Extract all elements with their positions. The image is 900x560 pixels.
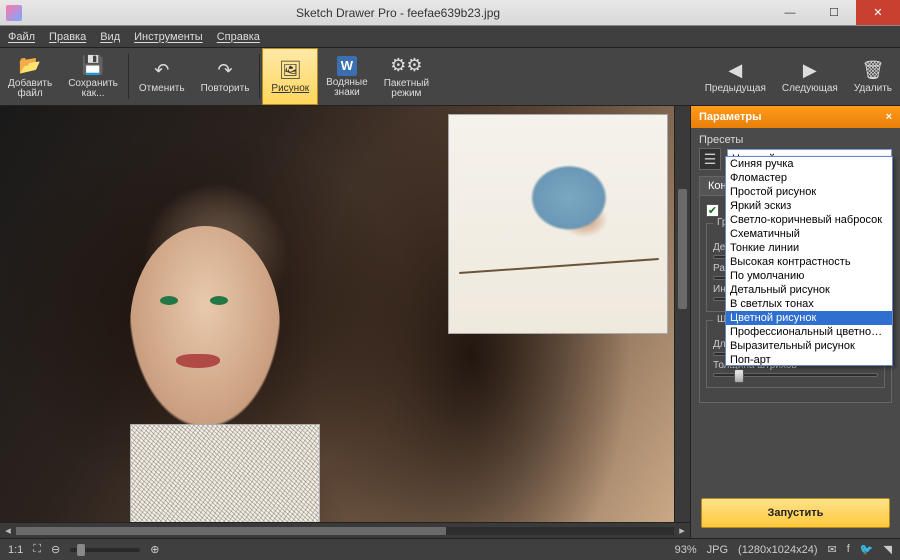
preset-option[interactable]: Высокая контрастность <box>726 255 892 269</box>
preset-option[interactable]: Тонкие линии <box>726 241 892 255</box>
scroll-left-icon[interactable]: ◂ <box>0 524 16 537</box>
preset-settings-icon[interactable]: ☰ <box>699 148 721 170</box>
workspace: ◂ ▸ Параметры × Пресеты ☰ Цветной рисуно… <box>0 106 900 538</box>
sketch-preview-bird[interactable] <box>448 114 668 334</box>
toolbar: 📂 Добавить файл 💾 Сохранить как... ↶ Отм… <box>0 48 900 106</box>
checkbox-checked-icon: ✔ <box>706 204 719 217</box>
panel-close-icon[interactable]: × <box>886 111 892 123</box>
window-title: Sketch Drawer Pro - feefae639b23.jpg <box>28 6 768 20</box>
share-icon[interactable]: ✉ <box>828 543 837 556</box>
zoom-ratio: 1:1 <box>8 544 23 556</box>
save-as-button[interactable]: 💾 Сохранить как... <box>60 48 126 105</box>
preset-dropdown-list[interactable]: Синяя ручкаФломастерПростой рисунокЯркий… <box>725 156 893 366</box>
zoom-in-icon[interactable]: ⊕ <box>150 543 159 556</box>
preset-option[interactable]: Простой рисунок <box>726 185 892 199</box>
app-icon <box>6 5 22 21</box>
menu-edit[interactable]: Правка <box>49 31 86 43</box>
save-icon: 💾 <box>82 55 104 77</box>
trash-icon: 🗑 <box>862 60 884 82</box>
arrow-right-circle-icon: ▶ <box>799 60 821 82</box>
preset-option[interactable]: Светло-коричневый набросок <box>726 213 892 227</box>
watermark-icon: W <box>337 56 357 76</box>
facebook-icon[interactable]: f <box>847 543 850 556</box>
preset-option[interactable]: Фломастер <box>726 171 892 185</box>
folder-open-icon: 📂 <box>19 55 41 77</box>
social-links: ✉ f 🐦 ◥ <box>828 543 892 556</box>
window-controls: — ☐ ✕ <box>768 0 900 25</box>
preset-option[interactable]: Синяя ручка <box>726 157 892 171</box>
add-file-button[interactable]: 📂 Добавить файл <box>0 48 60 105</box>
preset-option[interactable]: Цветной рисунок <box>726 311 892 325</box>
canvas-area: ◂ ▸ <box>0 106 690 538</box>
photo-face <box>130 226 280 426</box>
image-canvas[interactable] <box>0 106 674 522</box>
panel-header: Параметры × <box>691 106 900 128</box>
image-format: JPG <box>707 544 728 556</box>
sketch-preview-bottom[interactable] <box>130 424 320 522</box>
zoom-slider[interactable] <box>70 548 140 552</box>
rss-icon[interactable]: ◥ <box>884 543 892 556</box>
image-dimensions: (1280x1024x24) <box>738 544 818 556</box>
menu-help[interactable]: Справка <box>217 31 260 43</box>
redo-button[interactable]: ↷ Повторить <box>193 48 258 105</box>
run-button[interactable]: Запустить <box>701 498 890 528</box>
menu-file[interactable]: Файл <box>8 31 35 43</box>
zoom-out-icon[interactable]: ⊖ <box>51 543 60 556</box>
presets-label: Пресеты <box>699 134 892 146</box>
close-button[interactable]: ✕ <box>856 0 900 25</box>
maximize-button[interactable]: ☐ <box>812 0 856 25</box>
statusbar: 1:1 ⛶ ⊖ ⊕ 93% JPG (1280x1024x24) ✉ f 🐦 ◥ <box>0 538 900 560</box>
redo-icon: ↷ <box>214 60 236 82</box>
menu-view[interactable]: Вид <box>100 31 120 43</box>
preset-option[interactable]: Детальный рисунок <box>726 283 892 297</box>
preset-option[interactable]: Профессиональный цветной набросок <box>726 325 892 339</box>
menu-tools[interactable]: Инструменты <box>134 31 203 43</box>
menubar: Файл Правка Вид Инструменты Справка <box>0 26 900 48</box>
preset-option[interactable]: Яркий эскиз <box>726 199 892 213</box>
arrow-left-circle-icon: ◀ <box>724 60 746 82</box>
next-image-button[interactable]: ▶ Следующая <box>774 48 846 105</box>
horizontal-scrollbar[interactable]: ◂ ▸ <box>0 522 690 538</box>
undo-button[interactable]: ↶ Отменить <box>131 48 193 105</box>
picture-icon: 🖼 <box>279 60 301 82</box>
undo-icon: ↶ <box>151 60 173 82</box>
preset-option[interactable]: Поп-арт <box>726 353 892 366</box>
preset-option[interactable]: В светлых тонах <box>726 297 892 311</box>
preset-option[interactable]: Схематичный <box>726 227 892 241</box>
stroke-width-slider[interactable] <box>713 373 878 377</box>
batch-mode-button[interactable]: ⚙⚙ Пакетный режим <box>376 48 437 105</box>
zoom-percent: 93% <box>675 544 697 556</box>
twitter-icon[interactable]: 🐦 <box>860 543 874 556</box>
gears-icon: ⚙⚙ <box>395 55 417 77</box>
parameters-panel: Параметры × Пресеты ☰ Цветной рисунок Си… <box>690 106 900 538</box>
watermark-button[interactable]: W Водяные знаки <box>318 48 376 105</box>
preset-option[interactable]: Выразительный рисунок <box>726 339 892 353</box>
minimize-button[interactable]: — <box>768 0 812 25</box>
fit-screen-icon[interactable]: ⛶ <box>33 543 41 556</box>
prev-image-button[interactable]: ◀ Предыдущая <box>697 48 774 105</box>
scroll-right-icon[interactable]: ▸ <box>674 524 690 537</box>
picture-mode-button[interactable]: 🖼 Рисунок <box>262 48 318 105</box>
preset-option[interactable]: По умолчанию <box>726 269 892 283</box>
titlebar: Sketch Drawer Pro - feefae639b23.jpg — ☐… <box>0 0 900 26</box>
vertical-scrollbar[interactable] <box>674 106 690 522</box>
delete-button[interactable]: 🗑 Удалить <box>846 48 900 105</box>
panel-title: Параметры <box>699 111 761 123</box>
